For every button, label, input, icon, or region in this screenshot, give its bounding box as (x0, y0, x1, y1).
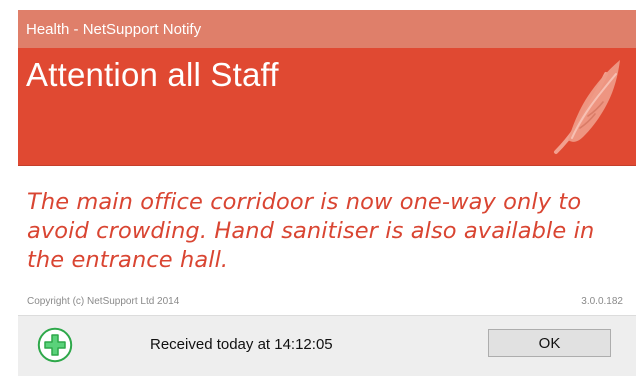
feather-icon (554, 60, 620, 154)
ok-button[interactable]: OK (488, 329, 611, 357)
version-number: 3.0.0.182 (581, 296, 623, 307)
plus-circle-icon (37, 327, 73, 363)
notification-heading: Attention all Staff (26, 56, 279, 93)
received-timestamp: Received today at 14:12:05 (150, 336, 333, 353)
window-titlebar: Health - NetSupport Notify (18, 10, 636, 48)
notification-message: The main office corridoor is now one-way… (27, 189, 595, 273)
footer-meta: Copyright (c) NetSupport Ltd 2014 3.0.0.… (27, 296, 623, 310)
header-banner: Attention all Staff (18, 48, 636, 166)
notify-window: Health - NetSupport Notify Attention all… (0, 0, 636, 376)
copyright-text: Copyright (c) NetSupport Ltd 2014 (27, 296, 180, 307)
bottom-action-bar: Received today at 14:12:05 OK (18, 315, 636, 376)
window-title: Health - NetSupport Notify (26, 20, 202, 38)
